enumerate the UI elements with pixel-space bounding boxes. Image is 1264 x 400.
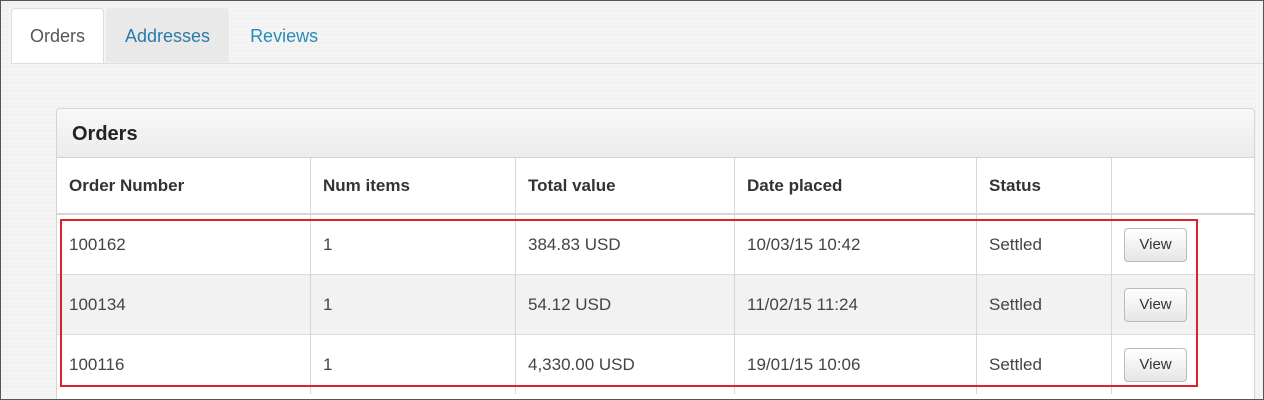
view-order-button[interactable]: View bbox=[1124, 287, 1187, 322]
table-row: 100134 1 54.12 USD 11/02/15 11:24 Settle… bbox=[57, 274, 1254, 335]
table-header-row: Order Number Num items Total value Date … bbox=[57, 158, 1254, 215]
status-cell: Settled bbox=[976, 274, 1112, 335]
order-number-cell: 100162 bbox=[57, 213, 311, 275]
status-cell: Settled bbox=[976, 334, 1112, 394]
date-placed-cell: 19/01/15 10:06 bbox=[734, 334, 977, 394]
column-header-date-placed: Date placed bbox=[734, 158, 977, 215]
total-value-cell: 384.83 USD bbox=[515, 213, 735, 275]
panel-title: Orders bbox=[57, 109, 1254, 158]
total-value-cell: 54.12 USD bbox=[515, 274, 735, 335]
orders-panel: Orders Order Number Num items Total valu… bbox=[56, 108, 1255, 399]
column-header-status: Status bbox=[976, 158, 1112, 215]
actions-cell: View bbox=[1111, 274, 1254, 335]
num-items-cell: 1 bbox=[310, 334, 516, 394]
column-header-actions bbox=[1111, 158, 1254, 215]
actions-cell: View bbox=[1111, 334, 1254, 394]
order-number-cell: 100116 bbox=[57, 334, 311, 394]
tab-orders[interactable]: Orders bbox=[11, 8, 105, 64]
table-row: 100162 1 384.83 USD 10/03/15 10:42 Settl… bbox=[57, 213, 1254, 275]
date-placed-cell: 11/02/15 11:24 bbox=[734, 274, 977, 335]
column-header-order-number: Order Number bbox=[57, 158, 311, 215]
date-placed-cell: 10/03/15 10:42 bbox=[734, 213, 977, 275]
table-row: 100116 1 4,330.00 USD 19/01/15 10:06 Set… bbox=[57, 334, 1254, 394]
num-items-cell: 1 bbox=[310, 274, 516, 335]
account-page: Orders Addresses Reviews Orders Order Nu… bbox=[0, 0, 1264, 400]
num-items-cell: 1 bbox=[310, 213, 516, 275]
total-value-cell: 4,330.00 USD bbox=[515, 334, 735, 394]
tab-bar: Orders Addresses Reviews bbox=[11, 8, 339, 64]
actions-cell: View bbox=[1111, 213, 1254, 275]
order-number-cell: 100134 bbox=[57, 274, 311, 335]
view-order-button[interactable]: View bbox=[1124, 347, 1187, 382]
tab-reviews[interactable]: Reviews bbox=[231, 8, 337, 62]
status-cell: Settled bbox=[976, 213, 1112, 275]
tab-divider bbox=[11, 63, 1263, 64]
tab-addresses[interactable]: Addresses bbox=[106, 8, 230, 62]
column-header-total-value: Total value bbox=[515, 158, 735, 215]
view-order-button[interactable]: View bbox=[1124, 227, 1187, 262]
column-header-num-items: Num items bbox=[310, 158, 516, 215]
orders-table: Order Number Num items Total value Date … bbox=[57, 158, 1254, 394]
